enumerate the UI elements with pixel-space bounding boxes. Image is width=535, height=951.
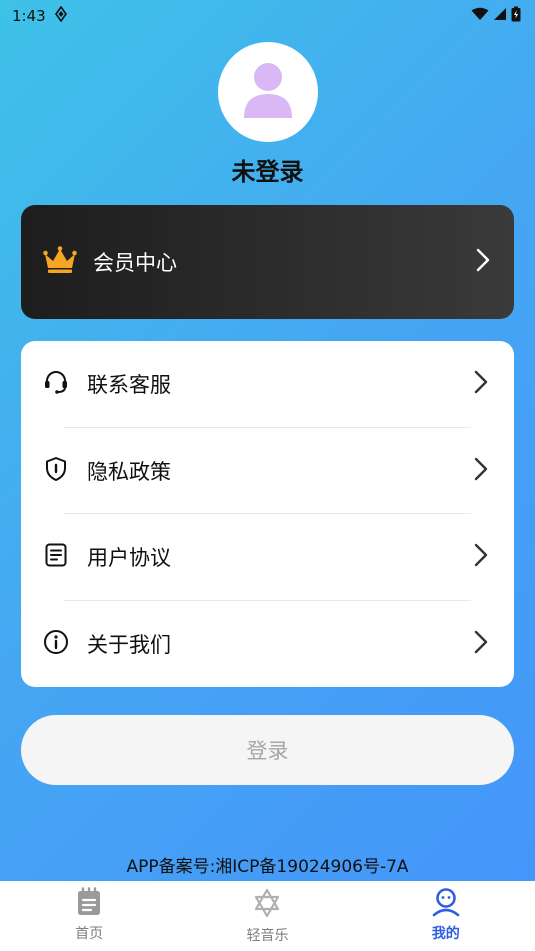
nav-item-light-music[interactable]: 轻音乐 bbox=[178, 881, 356, 951]
menu-item-user-agreement[interactable]: 用户协议 bbox=[21, 514, 514, 601]
menu-item-label: 用户协议 bbox=[87, 546, 171, 571]
bottom-nav: 首页 轻音乐 我的 bbox=[0, 881, 535, 951]
user-avatar-icon bbox=[240, 60, 296, 124]
vip-center-card[interactable]: 会员中心 bbox=[21, 205, 514, 319]
chevron-right-icon bbox=[474, 543, 488, 571]
login-button[interactable]: 登录 bbox=[21, 715, 514, 785]
nav-label: 我的 bbox=[431, 926, 460, 942]
menu-item-label: 隐私政策 bbox=[87, 459, 171, 484]
user-icon bbox=[431, 887, 461, 921]
icp-record-text: APP备案号:湘ICP备19024906号-7A bbox=[126, 857, 409, 877]
chevron-right-icon bbox=[474, 630, 488, 658]
avatar[interactable] bbox=[218, 42, 318, 142]
nav-label: 轻音乐 bbox=[246, 928, 289, 944]
menu-item-customer-service[interactable]: 联系客服 bbox=[21, 341, 514, 428]
status-left: 1:43 bbox=[12, 5, 68, 26]
headset-icon bbox=[43, 369, 69, 399]
home-icon bbox=[75, 887, 103, 921]
chevron-right-icon bbox=[474, 370, 488, 398]
login-status-text: 未登录 bbox=[231, 158, 304, 186]
status-time: 1:43 bbox=[12, 7, 46, 25]
vip-center-label: 会员中心 bbox=[93, 251, 177, 275]
crown-icon bbox=[43, 246, 77, 278]
status-right bbox=[471, 6, 521, 26]
document-icon bbox=[43, 542, 69, 572]
menu-card: 联系客服 隐私政策 用户协议 关于我们 bbox=[21, 341, 514, 687]
shield-icon bbox=[43, 456, 69, 486]
nav-label: 首页 bbox=[75, 926, 104, 942]
menu-item-privacy-policy[interactable]: 隐私政策 bbox=[21, 428, 514, 514]
chevron-right-icon bbox=[474, 457, 488, 485]
cellular-signal-icon bbox=[493, 7, 507, 25]
status-bar: 1:43 bbox=[0, 0, 535, 32]
nav-item-home[interactable]: 首页 bbox=[0, 881, 178, 951]
menu-item-label: 关于我们 bbox=[87, 632, 171, 657]
star-of-david-icon bbox=[252, 887, 282, 923]
chevron-right-icon bbox=[476, 248, 490, 276]
menu-item-about-us[interactable]: 关于我们 bbox=[21, 601, 514, 688]
nav-item-mine[interactable]: 我的 bbox=[357, 881, 535, 951]
wifi-icon bbox=[471, 7, 489, 25]
battery-icon bbox=[511, 6, 521, 26]
info-icon bbox=[43, 629, 69, 659]
menu-item-label: 联系客服 bbox=[87, 373, 171, 398]
app-notification-icon bbox=[54, 5, 68, 26]
